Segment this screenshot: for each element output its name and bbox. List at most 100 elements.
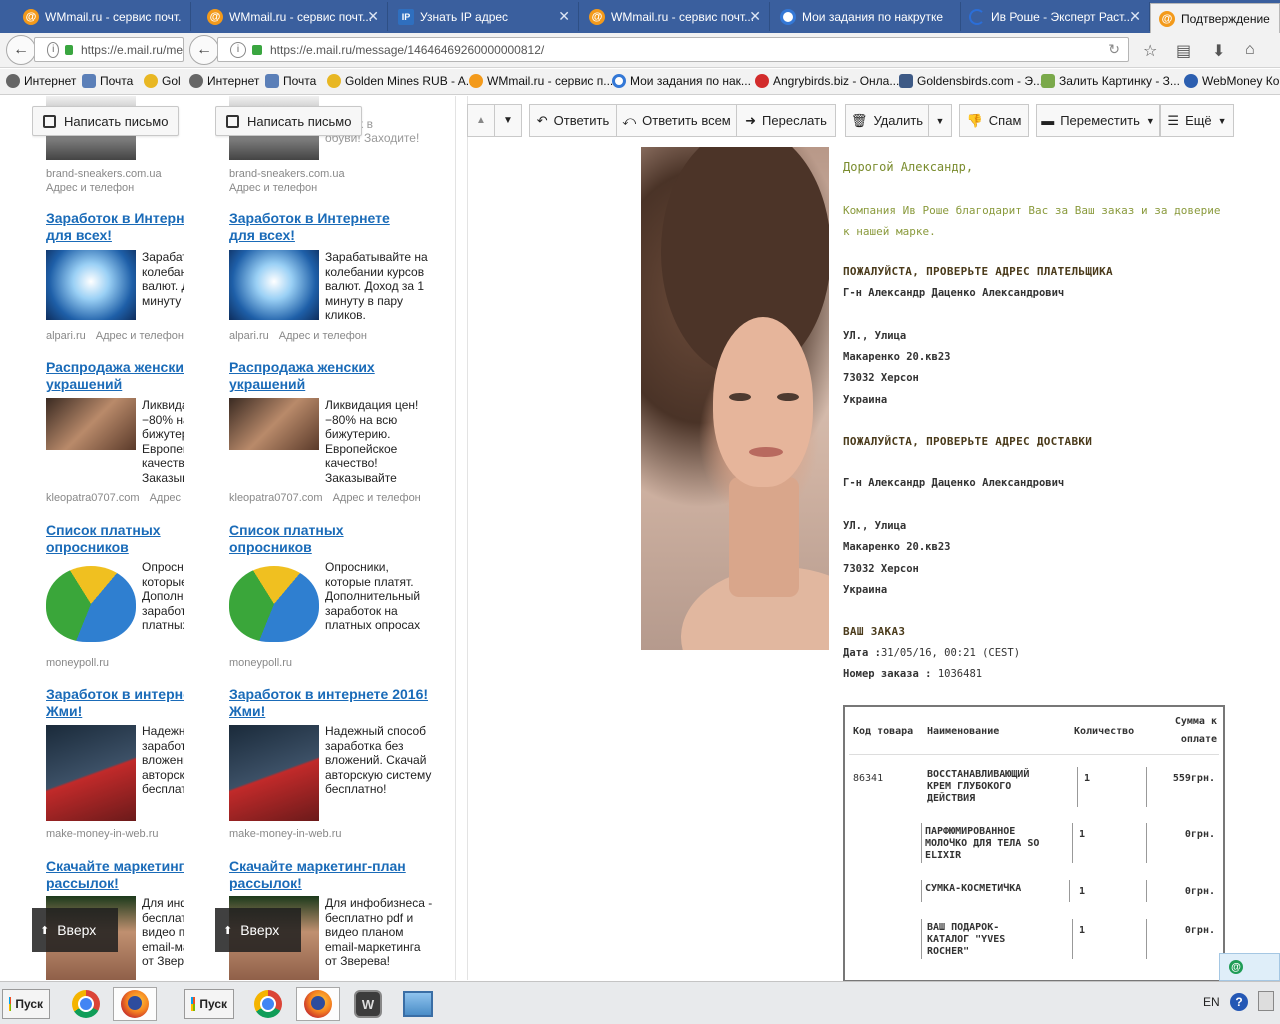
delete-dropdown-button[interactable]: ▼ bbox=[928, 104, 952, 137]
moon-icon bbox=[969, 8, 985, 25]
bookmark-item[interactable]: Мои задания по нак... bbox=[612, 74, 751, 88]
jewelry-image[interactable] bbox=[46, 398, 136, 450]
ad-title[interactable]: Заработок в Интернетедля всех! bbox=[46, 210, 184, 244]
ad-site[interactable]: make-money-in-web.ru bbox=[46, 828, 158, 840]
ad-site[interactable]: make-money-in-web.ru bbox=[229, 828, 341, 840]
download-icon[interactable]: ⬇ bbox=[1212, 41, 1225, 61]
bookmark-item[interactable]: Залить Картинку - З... bbox=[1041, 74, 1180, 88]
jewelry-image[interactable] bbox=[229, 398, 319, 450]
order-date: Дата :31/05/16, 00:21 (CEST) bbox=[843, 647, 1020, 659]
pencil-icon bbox=[226, 114, 239, 128]
forward-button[interactable]: ➜ Переслать bbox=[736, 104, 836, 137]
bookmark-item[interactable]: Gol bbox=[144, 74, 181, 88]
tray-icon[interactable] bbox=[1258, 991, 1274, 1011]
browser-tab[interactable]: @ WMmail.ru - сервис почт... bbox=[15, 2, 191, 31]
reading-list-icon[interactable]: ▤ bbox=[1176, 41, 1191, 61]
pie-chart-image[interactable] bbox=[229, 566, 319, 642]
browser-tab[interactable]: @ WMmail.ru - сервис почт... ✕ bbox=[581, 2, 770, 31]
ring-icon bbox=[612, 74, 626, 88]
scroll-up-button[interactable]: ⬆ Вверх bbox=[215, 908, 301, 952]
browser-tab[interactable]: @ WMmail.ru - сервис почт... ✕ bbox=[199, 2, 388, 31]
browser-tab[interactable]: IP Узнать IP адрес ✕ bbox=[390, 2, 579, 31]
ad-title[interactable]: Список платных опросников bbox=[229, 522, 439, 556]
ad-site[interactable]: alpari.ru Адрес и телефон bbox=[229, 330, 367, 342]
close-tab-icon[interactable]: ✕ bbox=[749, 8, 761, 25]
taskbar-world-of-tanks[interactable]: W bbox=[346, 987, 390, 1021]
address-bar-left[interactable]: i https://e.mail.ru/me bbox=[34, 37, 184, 62]
taskbar-firefox[interactable] bbox=[296, 987, 340, 1021]
taskbar-chrome[interactable] bbox=[246, 987, 290, 1021]
reply-all-button[interactable]: ⤺ Ответить всем bbox=[616, 104, 737, 137]
scroll-up-button[interactable]: ⬆ Вверх bbox=[32, 908, 118, 952]
bookmark-item[interactable]: Golden Mines RUB - A... bbox=[327, 74, 476, 88]
move-button[interactable]: ▬ Переместить ▼ bbox=[1036, 104, 1160, 137]
reply-button[interactable]: ↶ Ответить bbox=[529, 104, 617, 137]
start-button[interactable]: Пуск bbox=[2, 989, 50, 1019]
bookmark-item[interactable]: Интернет bbox=[6, 74, 76, 88]
pencil-icon bbox=[43, 114, 56, 128]
book-cover-image[interactable] bbox=[46, 725, 136, 821]
ad-title[interactable]: Заработок в Интернетедля всех! bbox=[229, 210, 439, 244]
delete-button[interactable]: 🗑 Удалить bbox=[845, 104, 929, 137]
ad-site[interactable]: moneypoll.ru bbox=[229, 657, 292, 669]
mail-notifier[interactable]: @ bbox=[1219, 953, 1280, 981]
cell-divider bbox=[921, 880, 922, 902]
boxing-gloves-image[interactable] bbox=[46, 250, 136, 320]
more-label: Ещё bbox=[1185, 113, 1212, 128]
ad-contact[interactable]: Адрес и телефон bbox=[46, 182, 134, 194]
browser-tab[interactable]: Мои задания по накрутке bbox=[772, 2, 961, 31]
address-bar[interactable]: i https://e.mail.ru/message/146464692600… bbox=[217, 37, 1129, 62]
next-message-button[interactable]: ▼ bbox=[494, 104, 522, 137]
ad-title[interactable]: Распродажа женских украшений bbox=[46, 359, 184, 393]
more-button[interactable]: ☰ Ещё ▼ bbox=[1160, 104, 1234, 137]
ad-title[interactable]: Список платных опросников bbox=[46, 522, 184, 556]
ad-site[interactable]: brand-sneakers.com.ua bbox=[46, 168, 162, 180]
previous-message-button[interactable]: ▲ bbox=[467, 104, 495, 137]
close-tab-icon[interactable]: ✕ bbox=[1129, 8, 1141, 25]
help-icon[interactable]: ? bbox=[1230, 993, 1248, 1011]
spam-button[interactable]: 👎 Спам bbox=[959, 104, 1029, 137]
bookmark-item[interactable]: Почта bbox=[265, 74, 316, 88]
back-button[interactable]: ← bbox=[6, 35, 36, 65]
close-tab-icon[interactable]: ✕ bbox=[558, 8, 570, 25]
webmoney-icon bbox=[1184, 74, 1198, 88]
reply-icon: ↶ bbox=[536, 112, 548, 128]
browser-tab[interactable]: Ив Роше - Эксперт Раст... ✕ bbox=[961, 2, 1150, 31]
ad-site[interactable]: kleopatra0707.com Адрес и телефон bbox=[229, 492, 421, 504]
ad-title[interactable]: Скачайте маркетинг-планрассылок! bbox=[46, 858, 184, 892]
bookmark-item[interactable]: Интернет bbox=[189, 74, 259, 88]
taskbar-firefox[interactable] bbox=[113, 987, 157, 1021]
bookmark-item[interactable]: Goldensbirds.com - Э... bbox=[899, 74, 1043, 88]
bookmark-item[interactable]: WMmail.ru - сервис п... bbox=[469, 74, 613, 88]
ad-contact[interactable]: Адрес и телефон bbox=[229, 182, 317, 194]
ad-site[interactable]: brand-sneakers.com.ua bbox=[229, 168, 345, 180]
home-icon[interactable]: ⌂ bbox=[1245, 41, 1255, 59]
bookmark-item[interactable]: WebMoney Ко bbox=[1184, 74, 1279, 88]
ad-title[interactable]: Скачайте маркетинг-планрассылок! bbox=[229, 858, 455, 892]
compose-button[interactable]: Написать письмо bbox=[32, 106, 180, 136]
bookmark-item[interactable]: Angrybirds.biz - Онла... bbox=[755, 74, 899, 88]
ad-site[interactable]: alpari.ru Адрес и телефон bbox=[46, 330, 184, 342]
ad-site[interactable]: kleopatra0707.com Адрес и телефон bbox=[46, 492, 184, 504]
close-tab-icon[interactable]: ✕ bbox=[367, 8, 379, 25]
compose-button[interactable]: Написать письмо bbox=[215, 106, 363, 136]
start-button[interactable]: Пуск bbox=[184, 989, 234, 1019]
browser-tab-active[interactable]: @ Подтверждение Ваш bbox=[1150, 3, 1280, 33]
star-icon[interactable]: ☆ bbox=[1143, 41, 1157, 61]
ad-site[interactable]: moneypoll.ru bbox=[46, 657, 109, 669]
triangle-up-icon: ▲ bbox=[476, 115, 486, 126]
taskbar-picture-viewer[interactable] bbox=[396, 987, 440, 1021]
reload-icon[interactable]: ↻ bbox=[1108, 41, 1120, 58]
back-button[interactable]: ← bbox=[189, 35, 219, 65]
pie-chart-image[interactable] bbox=[46, 566, 136, 642]
ad-title[interactable]: Заработок в интернете 2016!Жми! bbox=[46, 686, 184, 720]
boxing-gloves-image[interactable] bbox=[229, 250, 319, 320]
bookmark-item[interactable]: Почта bbox=[82, 74, 133, 88]
taskbar-chrome[interactable] bbox=[64, 987, 108, 1021]
ad-title[interactable]: Распродажа женских украшений bbox=[229, 359, 439, 393]
language-indicator[interactable]: EN bbox=[1203, 995, 1220, 1009]
delete-label: Удалить bbox=[873, 113, 924, 128]
book-cover-image[interactable] bbox=[229, 725, 319, 821]
model-photo bbox=[641, 147, 829, 650]
ad-title[interactable]: Заработок в интернете 2016!Жми! bbox=[229, 686, 455, 720]
